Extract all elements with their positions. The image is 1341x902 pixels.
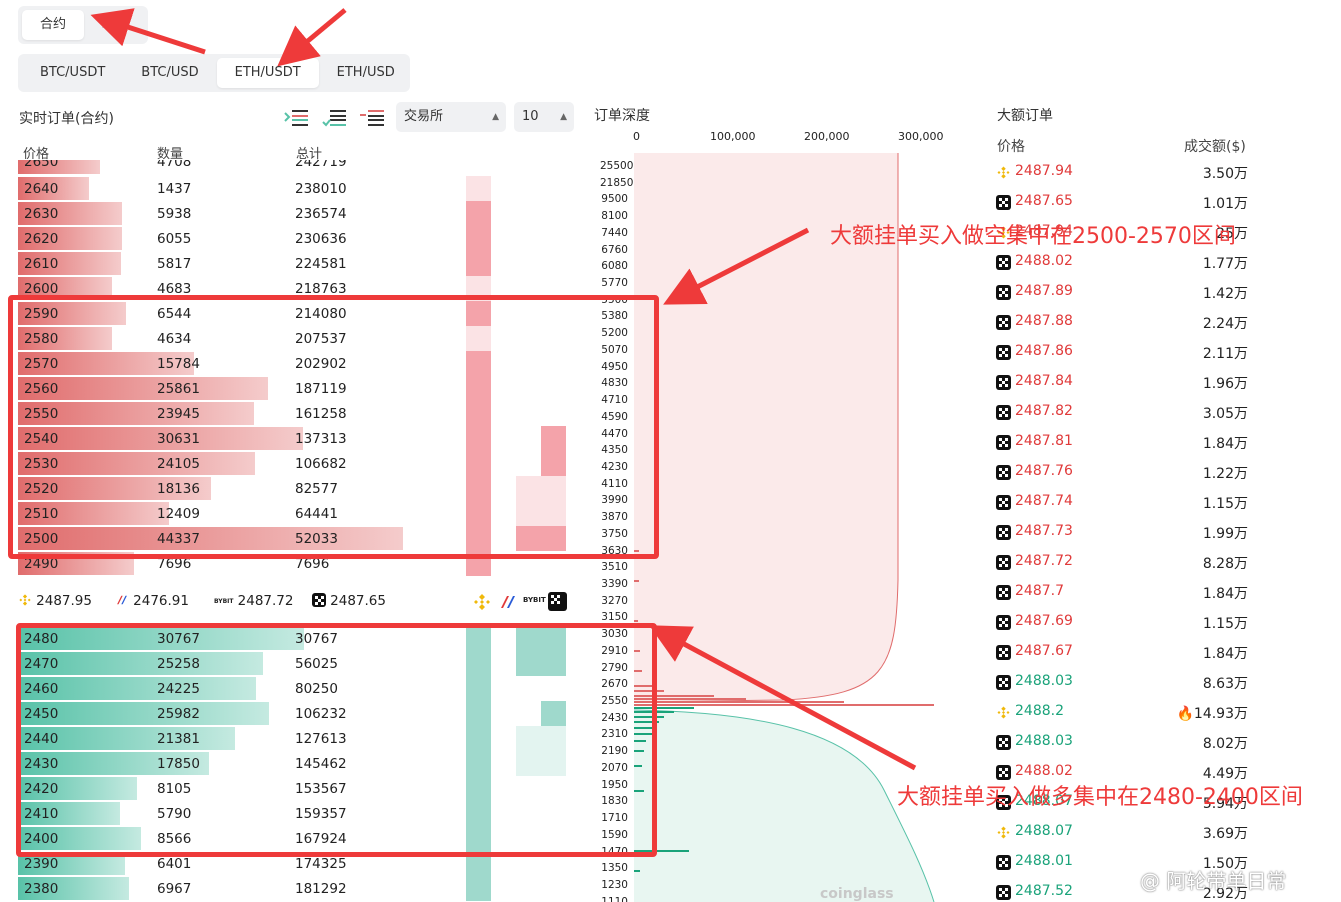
page-watermark: @ 阿轮带单日常 (1140, 869, 1287, 893)
annotation-arrows (90, 8, 917, 771)
